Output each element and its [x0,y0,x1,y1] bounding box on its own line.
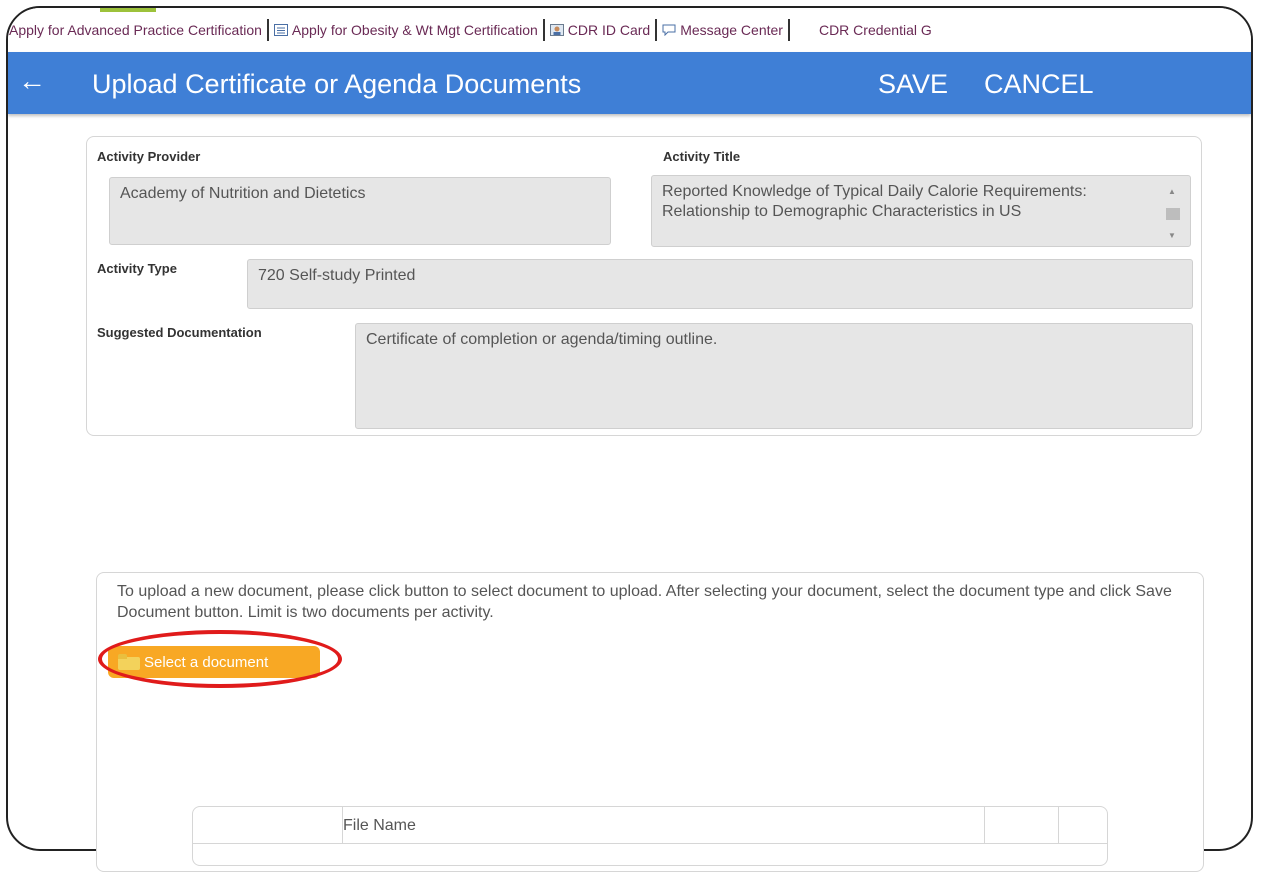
activity-title-label: Activity Title [663,149,741,164]
page-title: Upload Certificate or Agenda Documents [92,69,582,99]
activity-type-field: 720 Self-study Printed [247,259,1193,309]
back-arrow-icon[interactable]: ← [18,66,46,96]
link-cdr-id-card[interactable]: CDR ID Card [547,22,653,38]
link-message-center[interactable]: Message Center [659,22,786,38]
link-obesity-certification[interactable]: Apply for Obesity & Wt Mgt Certification [271,22,541,38]
link-label: CDR Credential G [818,22,932,38]
table-row [193,843,1107,844]
scroll-thumb[interactable] [1166,208,1180,220]
activity-title-value: Reported Knowledge of Typical Daily Calo… [662,183,1087,220]
form-icon [273,24,288,36]
documents-table: File Name [192,806,1108,866]
linkbar-accent [100,8,156,12]
link-label: Message Center [680,22,783,38]
select-document-label: Select a document [144,653,269,671]
divider [542,19,545,41]
top-link-bar: Apply for Advanced Practice Certificatio… [8,8,1251,53]
link-label: Apply for Advanced Practice Certificatio… [9,22,262,38]
suggested-documentation-field: Certificate of completion or agenda/timi… [355,323,1193,429]
link-label: CDR ID Card [567,22,651,38]
id-card-icon [549,24,564,36]
speech-bubble-icon [662,24,676,36]
activity-title-field[interactable]: Reported Knowledge of Typical Daily Calo… [651,175,1191,247]
table-header-cell [985,807,1059,843]
scroll-up-icon[interactable]: ▲ [1166,182,1178,202]
suggested-documentation-value: Certificate of completion or agenda/timi… [366,331,718,348]
scrollbar[interactable]: ▲ ▼ [1166,182,1180,240]
folder-icon [118,654,140,670]
activity-type-label: Activity Type [97,261,177,276]
divider [655,19,658,41]
activity-details-card: Activity Provider Academy of Nutrition a… [86,136,1202,436]
suggested-documentation-label: Suggested Documentation [97,325,262,340]
activity-provider-label: Activity Provider [97,149,201,164]
link-advanced-practice[interactable]: Apply for Advanced Practice Certificatio… [8,22,265,38]
activity-type-value: 720 Self-study Printed [258,267,416,284]
link-label: Apply for Obesity & Wt Mgt Certification [291,22,538,38]
table-header-cell [343,807,985,843]
page-header: ← Upload Certificate or Agenda Documents… [8,52,1251,114]
scroll-down-icon[interactable]: ▼ [1166,226,1178,246]
divider [266,19,269,41]
table-header-cell [193,807,343,843]
activity-provider-field: Academy of Nutrition and Dietetics [109,177,611,245]
divider [787,19,790,41]
select-document-button[interactable]: Select a document [108,646,320,678]
save-button[interactable]: SAVE [878,69,948,100]
file-name-header: File Name [343,817,416,834]
link-cdr-credential[interactable]: CDR Credential G [816,22,935,38]
cancel-button[interactable]: CANCEL [984,69,1094,100]
upload-instructions: To upload a new document, please click b… [117,583,1172,621]
activity-provider-value: Academy of Nutrition and Dietetics [120,185,366,202]
